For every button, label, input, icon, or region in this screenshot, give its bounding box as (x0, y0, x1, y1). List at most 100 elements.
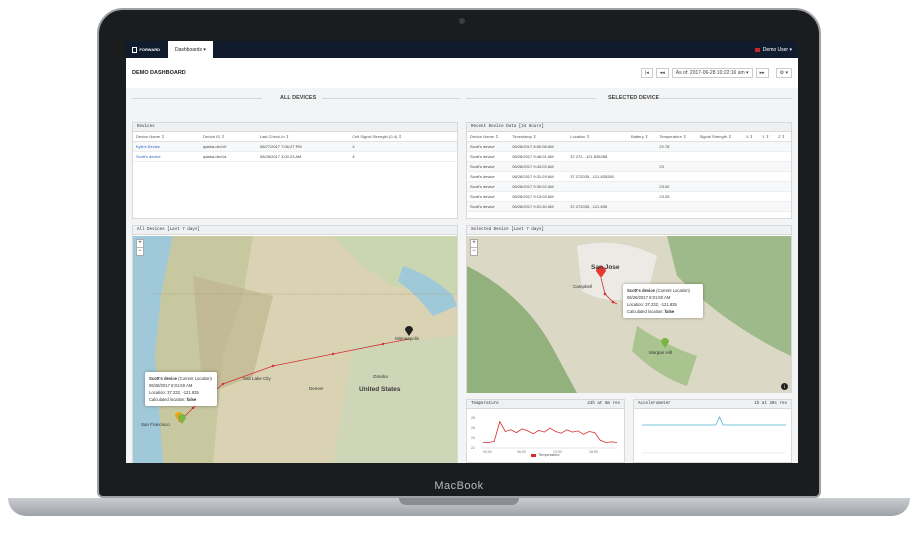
popup-location: Location: 37.232, -121.835 (627, 302, 677, 307)
all-devices-heading: ALL DEVICES (280, 95, 317, 101)
table-cell: 06/28/2017 9:31:29 AM (509, 171, 568, 182)
dashboard-titlebar: DEMO DASHBOARD |◂ ◂◂ As of: 2017-06-28 1… (126, 58, 798, 88)
table-cell: 23 (656, 161, 697, 172)
zoom-out-button[interactable]: − (471, 248, 477, 255)
column-header[interactable]: Battery ⇕ (628, 132, 657, 142)
selected-device-heading: SELECTED DEVICE (608, 95, 660, 101)
table-cell: 23.25 (656, 191, 697, 202)
table-cell (628, 181, 657, 192)
column-header[interactable]: Signal Strength ⇕ (696, 132, 744, 142)
table-cell (743, 181, 760, 192)
table-cell: 06/28/2017 9:46:01 AM (509, 151, 568, 162)
table-cell (775, 191, 791, 202)
popup-heading: Scott's device (Current Location) (149, 375, 213, 382)
zoom-in-button[interactable]: + (471, 240, 477, 248)
track-point (221, 382, 225, 386)
city-label: Omaha (373, 374, 388, 379)
column-header[interactable]: Z ⇕ (775, 132, 791, 142)
next-button[interactable]: ▸▸ (755, 68, 769, 78)
dashboards-dropdown[interactable]: Dashboards ▾ (168, 41, 213, 58)
popup-title: Scott's device (627, 288, 655, 293)
column-header[interactable]: Device ID ⇕ (199, 132, 257, 142)
table-cell: 06/28/2017 9:13:03 AM (509, 191, 568, 202)
table-cell (656, 171, 697, 182)
column-header[interactable]: Cell Signal Strength (0-4) ⇕ (349, 132, 457, 142)
column-header[interactable]: Location ⇕ (567, 132, 629, 142)
table-cell (775, 181, 791, 192)
table-cell (628, 161, 657, 172)
table-row[interactable]: Kyle's Device qdaba-dev10 06/27/2017 7:0… (133, 141, 457, 152)
table-cell (696, 161, 744, 172)
settings-dropdown[interactable]: ⚙ ▾ (775, 68, 792, 78)
all-devices-map-panel: All Devices [Last 7 days] + − Minneapoli… (132, 225, 458, 463)
table-row: Scott's device 06/28/2017 9:01:30 AM 37.27… (467, 201, 791, 212)
x-tick-label: 00:00 (483, 450, 492, 454)
zoom-out-button[interactable]: − (137, 248, 143, 255)
column-header[interactable]: Y ⇕ (759, 132, 776, 142)
table-cell (759, 161, 776, 172)
info-icon[interactable]: i (781, 383, 788, 390)
table-cell (567, 191, 629, 202)
table-cell (628, 151, 657, 162)
logo-icon (132, 46, 138, 53)
city-label: Morgan Hill (649, 350, 672, 355)
column-header[interactable]: Timestamp ⇕ (509, 132, 568, 142)
all-devices-map[interactable]: + − Minneapolis United States Salt Lake … (133, 236, 457, 463)
device-name-link[interactable]: Scott's device (133, 151, 200, 162)
previous-button[interactable]: ◂◂ (655, 68, 669, 78)
table-cell (628, 141, 657, 152)
popup-calculated-value: false (186, 397, 197, 402)
popup-subtitle: (Current Location) (178, 376, 212, 381)
device-popup[interactable]: Scott's device (Current Location) 06/28/… (145, 372, 217, 406)
table-cell: Scott's device (467, 161, 510, 172)
divider (466, 98, 596, 99)
first-button[interactable]: |◂ (640, 68, 653, 78)
column-header[interactable]: X ⇕ (743, 132, 760, 142)
logo-text: FORWARD (139, 47, 160, 52)
all-devices-map-header: All Devices [Last 7 days] (133, 226, 457, 235)
map-terrain (133, 236, 457, 463)
column-header[interactable]: Last Check-In ⇕ (256, 132, 350, 142)
table-row[interactable]: Scott's device qdaba-dev1a 06/28/2017 3:… (133, 151, 457, 162)
temperature-series-line (483, 420, 618, 443)
column-header[interactable]: Device Name ⇕ (467, 132, 510, 142)
midwest-terrain (333, 336, 457, 463)
table-cell (743, 201, 760, 212)
table-header-row: Device Name ⇕ Device ID ⇕ Last Check-In … (133, 132, 457, 142)
table-cell: 37.272035, -121.835 (567, 201, 629, 212)
city-label: San Jose (591, 264, 620, 271)
divider (322, 98, 460, 99)
table-cell: 4 (349, 151, 457, 162)
track-point (271, 364, 275, 368)
track-point (611, 300, 615, 304)
selected-device-map[interactable]: + − San Jose Campbell Morgan Hill Scott'… (467, 236, 791, 393)
as-of-dropdown[interactable]: As of: 2017-06-28 10:22:16 am ▾ (671, 68, 753, 78)
brand-logo[interactable]: FORWARD (132, 45, 160, 54)
x-tick-label: 18:00 (589, 450, 598, 454)
table-cell: qdaba-dev10 (199, 141, 257, 152)
zoom-in-button[interactable]: + (137, 240, 143, 248)
devices-panel-header: Devices (133, 123, 457, 132)
city-label: Salt Lake City (243, 376, 271, 381)
user-menu[interactable]: Demo User ▾ (754, 47, 792, 53)
table-cell (696, 201, 744, 212)
devices-table: Device Name ⇕ Device ID ⇕ Last Check-In … (133, 132, 457, 162)
temperature-range-badge[interactable]: 24h at 6m res (587, 402, 620, 406)
column-header[interactable]: Device Name ⇕ (133, 132, 200, 142)
device-name-link[interactable]: Kyle's Device (133, 141, 200, 152)
table-cell (696, 141, 744, 152)
recent-data-panel-title: Recent Device Data [24 Hours] (471, 125, 544, 129)
accelerometer-chart (642, 416, 786, 454)
accelerometer-range-badge[interactable]: 1h at 30s res (754, 402, 787, 406)
table-cell (656, 151, 697, 162)
table-cell (567, 141, 629, 152)
table-cell (775, 161, 791, 172)
device-popup[interactable]: Scott's device (Current Location) 06/28/… (623, 284, 703, 318)
recent-data-table[interactable]: Device Name ⇕ Timestamp ⇕ Location ⇕ Bat… (467, 132, 791, 212)
table-row: Scott's device 06/28/2017 8:00:08 AM 22.78 (467, 141, 791, 152)
top-navbar: FORWARD Dashboards ▾ Demo User ▾ (126, 41, 798, 58)
city-label: Campbell (573, 284, 593, 289)
column-header[interactable]: Temperature ⇕ (656, 132, 697, 142)
table-cell (743, 141, 760, 152)
popup-calculated-label: Calculated location: (627, 309, 664, 314)
